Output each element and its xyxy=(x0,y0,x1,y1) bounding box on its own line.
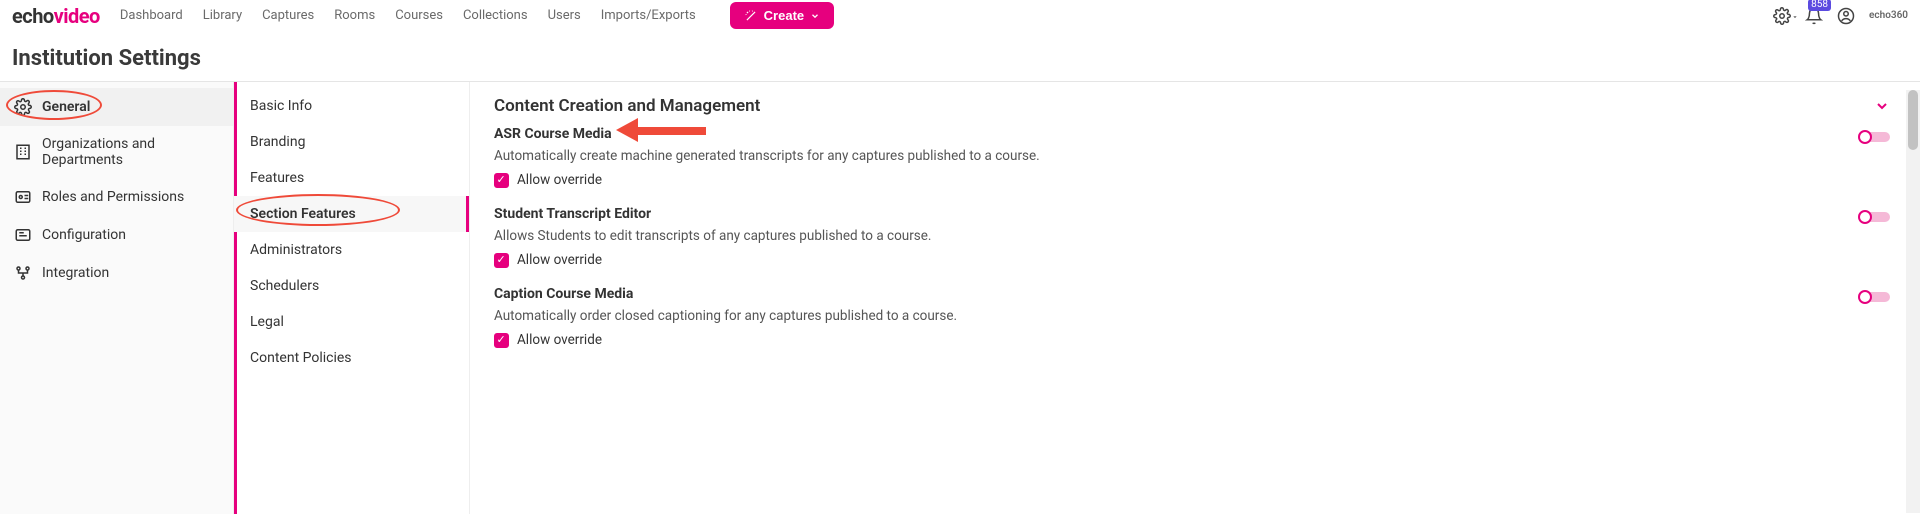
nav-collections[interactable]: Collections xyxy=(463,8,528,23)
feature-asr-course-media: ASR Course Media Automatically create ma… xyxy=(494,126,1890,188)
nav-rooms[interactable]: Rooms xyxy=(334,8,375,23)
subnav-label: Basic Info xyxy=(250,98,312,114)
toggle-student-transcript-editor[interactable] xyxy=(1860,210,1890,224)
feature-description: Automatically order closed captioning fo… xyxy=(494,308,1890,324)
feature-title: Student Transcript Editor xyxy=(494,206,651,222)
allow-override-checkbox[interactable] xyxy=(494,333,509,348)
notifications-button[interactable]: 858 xyxy=(1805,7,1823,25)
page-title: Institution Settings xyxy=(0,32,1920,81)
building-icon xyxy=(14,143,32,161)
content-pane: Content Creation and Management ASR Cour… xyxy=(470,82,1920,514)
feature-caption-course-media: Caption Course Media Automatically order… xyxy=(494,286,1890,348)
user-circle-icon xyxy=(1837,7,1855,25)
subnav-branding[interactable]: Branding xyxy=(234,124,469,160)
vertical-scrollbar[interactable] xyxy=(1906,90,1920,513)
sidebar-label: Configuration xyxy=(42,227,126,243)
brand-logo[interactable]: echovideo xyxy=(12,4,100,28)
allow-override-checkbox[interactable] xyxy=(494,173,509,188)
nav-users[interactable]: Users xyxy=(548,8,581,23)
subnav-label: Legal xyxy=(250,314,284,330)
nav-courses[interactable]: Courses xyxy=(395,8,443,23)
nav-imports-exports[interactable]: Imports/Exports xyxy=(601,8,696,23)
settings-dropdown[interactable] xyxy=(1773,7,1791,25)
sidebar-item-general[interactable]: General xyxy=(0,88,233,126)
feature-student-transcript-editor: Student Transcript Editor Allows Student… xyxy=(494,206,1890,268)
caret-down-icon xyxy=(1791,13,1799,21)
subnav-content-policies[interactable]: Content Policies xyxy=(234,340,469,376)
override-label: Allow override xyxy=(517,252,602,268)
gear-icon xyxy=(14,98,32,116)
subnav-schedulers[interactable]: Schedulers xyxy=(234,268,469,304)
feature-title: Caption Course Media xyxy=(494,286,633,302)
subnav-section-features[interactable]: Section Features xyxy=(234,196,469,232)
subnav-label: Administrators xyxy=(250,242,342,258)
integration-icon xyxy=(14,264,32,282)
subnav-administrators[interactable]: Administrators xyxy=(234,232,469,268)
subnav-label: Content Policies xyxy=(250,350,352,366)
chevron-down-icon xyxy=(1874,98,1890,114)
chevron-down-icon xyxy=(810,11,820,21)
toggle-asr-course-media[interactable] xyxy=(1860,130,1890,144)
feature-description: Allows Students to edit transcripts of a… xyxy=(494,228,1890,244)
top-nav: Dashboard Library Captures Rooms Courses… xyxy=(120,2,834,29)
create-label: Create xyxy=(764,8,804,23)
secondary-sidebar: Basic Info Branding Features Section Fea… xyxy=(234,82,470,514)
subnav-label: Branding xyxy=(250,134,305,150)
toggle-caption-course-media[interactable] xyxy=(1860,290,1890,304)
notifications-badge: 858 xyxy=(1808,0,1831,11)
top-bar: echovideo Dashboard Library Captures Roo… xyxy=(0,0,1920,32)
brand-mini: echo360 xyxy=(1869,10,1908,21)
subnav-label: Section Features xyxy=(250,206,356,222)
settings-layout: General Organizations and Departments Ro… xyxy=(0,82,1920,514)
sidebar-item-integration[interactable]: Integration xyxy=(0,254,233,292)
brand-part2: video xyxy=(54,4,100,28)
sidebar-item-orgs[interactable]: Organizations and Departments xyxy=(0,126,233,178)
sidebar-item-roles[interactable]: Roles and Permissions xyxy=(0,178,233,216)
subnav-label: Schedulers xyxy=(250,278,319,294)
allow-override-checkbox[interactable] xyxy=(494,253,509,268)
nav-captures[interactable]: Captures xyxy=(262,8,314,23)
account-button[interactable] xyxy=(1837,7,1855,25)
subnav-label: Features xyxy=(250,170,304,186)
subnav-features[interactable]: Features xyxy=(234,160,469,196)
create-button[interactable]: Create xyxy=(730,2,834,29)
subnav-basic-info[interactable]: Basic Info xyxy=(234,88,469,124)
topbar-right: 858 echo360 xyxy=(1773,7,1908,25)
sidebar-label: General xyxy=(42,99,90,115)
override-label: Allow override xyxy=(517,172,602,188)
override-label: Allow override xyxy=(517,332,602,348)
brand-part1: echo xyxy=(12,4,54,28)
sidebar-item-config[interactable]: Configuration xyxy=(0,216,233,254)
badge-icon xyxy=(14,188,32,206)
nav-dashboard[interactable]: Dashboard xyxy=(120,8,183,23)
section-header[interactable]: Content Creation and Management xyxy=(494,96,1890,116)
feature-title: ASR Course Media xyxy=(494,126,612,142)
override-row[interactable]: Allow override xyxy=(494,252,1890,268)
sidebar-label: Integration xyxy=(42,265,109,281)
sliders-icon xyxy=(14,226,32,244)
feature-description: Automatically create machine generated t… xyxy=(494,148,1890,164)
nav-library[interactable]: Library xyxy=(203,8,242,23)
subnav-legal[interactable]: Legal xyxy=(234,304,469,340)
sidebar-label: Roles and Permissions xyxy=(42,189,184,205)
wand-icon xyxy=(744,9,758,23)
section-title: Content Creation and Management xyxy=(494,96,760,116)
gear-icon xyxy=(1773,7,1791,25)
primary-sidebar: General Organizations and Departments Ro… xyxy=(0,82,234,514)
override-row[interactable]: Allow override xyxy=(494,172,1890,188)
sidebar-label: Organizations and Departments xyxy=(42,136,219,168)
override-row[interactable]: Allow override xyxy=(494,332,1890,348)
scrollbar-thumb[interactable] xyxy=(1908,90,1918,150)
